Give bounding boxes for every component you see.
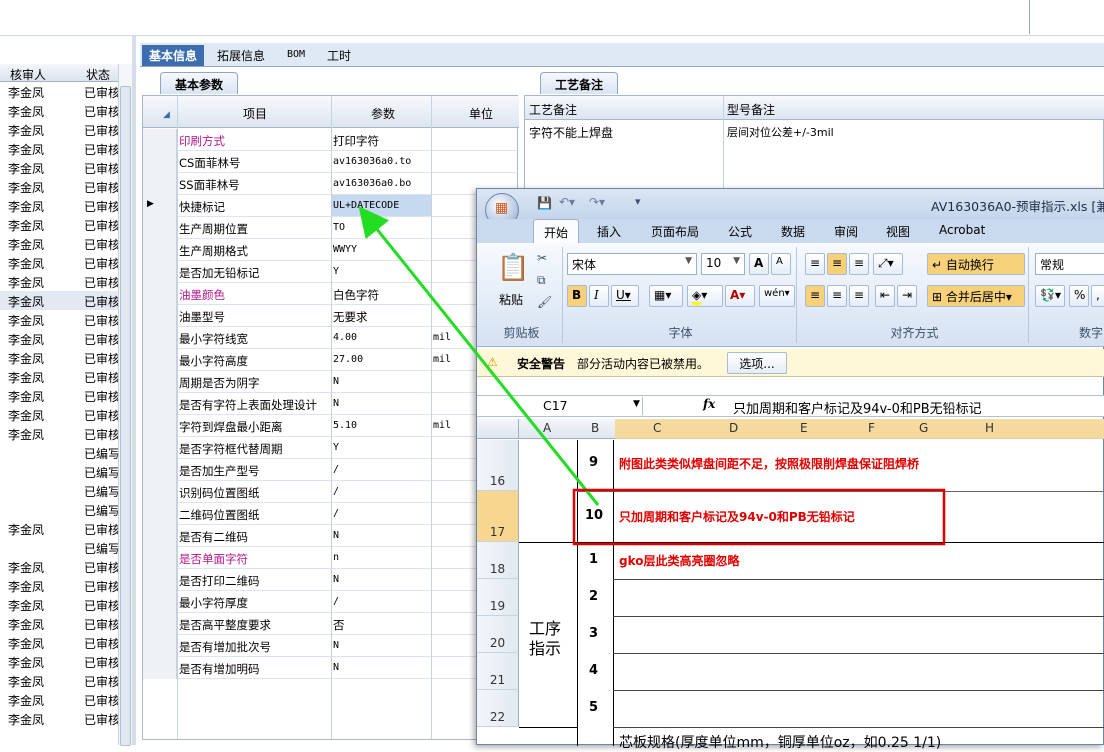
- annotation-arrow: [358, 206, 600, 506]
- annotation-box: [572, 488, 946, 546]
- annotation-overlay: [358, 206, 946, 546]
